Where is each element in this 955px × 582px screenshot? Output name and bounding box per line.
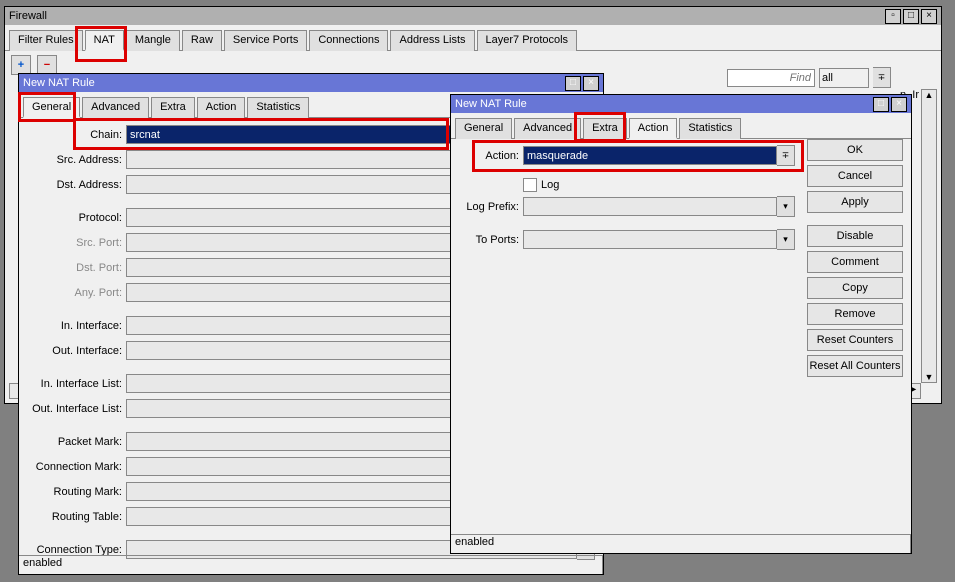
close-icon[interactable]: ×: [583, 76, 599, 91]
log-prefix-expand-icon[interactable]: ▾: [777, 196, 795, 217]
tab-action-left[interactable]: Action: [197, 97, 246, 118]
filter-select[interactable]: all: [819, 68, 869, 88]
firewall-find-row: all ∓: [727, 67, 891, 88]
add-button[interactable]: +: [11, 55, 31, 75]
tab-extra-left[interactable]: Extra: [151, 97, 195, 118]
log-prefix-input[interactable]: [523, 197, 777, 216]
tab-mangle[interactable]: Mangle: [126, 30, 180, 51]
label-dst-addr: Dst. Address:: [27, 179, 126, 191]
restore-icon[interactable]: □: [565, 76, 581, 91]
tab-general-right[interactable]: General: [455, 118, 512, 139]
nat-right-tabs: General Advanced Extra Action Statistics: [451, 113, 911, 139]
tab-advanced-right[interactable]: Advanced: [514, 118, 581, 139]
label-dst-port: Dst. Port:: [27, 262, 126, 274]
ok-button[interactable]: OK: [807, 139, 903, 161]
maximize-icon[interactable]: □: [903, 9, 919, 24]
nat-right-buttons: OK Cancel Apply Disable Comment Copy Rem…: [807, 139, 903, 377]
tab-raw[interactable]: Raw: [182, 30, 222, 51]
nat-left-title: New NAT Rule: [23, 77, 95, 89]
label-conn-type: Connection Type:: [27, 544, 126, 556]
label-route-mark: Routing Mark:: [27, 486, 126, 498]
firewall-titlebar: Firewall ▫ □ ×: [5, 7, 941, 25]
label-src-addr: Src. Address:: [27, 154, 126, 166]
nat-right-status-cell: enabled: [451, 535, 911, 553]
cancel-button[interactable]: Cancel: [807, 165, 903, 187]
label-out-if: Out. Interface:: [27, 345, 126, 357]
label-action: Action:: [459, 150, 523, 162]
nat-rule-window-right: New NAT Rule □ × General Advanced Extra …: [450, 94, 912, 554]
label-chain: Chain:: [27, 129, 126, 141]
remove-button[interactable]: Remove: [807, 303, 903, 325]
vscrollbar[interactable]: ▲ ▼: [921, 89, 937, 383]
tab-statistics-right[interactable]: Statistics: [679, 118, 741, 139]
nat-left-status: enabled: [19, 555, 603, 574]
tab-service-ports[interactable]: Service Ports: [224, 30, 307, 51]
filter-value: all: [822, 72, 833, 84]
tab-action-right[interactable]: Action: [629, 118, 678, 139]
reset-counters-button[interactable]: Reset Counters: [807, 329, 903, 351]
nat-left-status-cell: enabled: [19, 556, 603, 574]
chain-value: srcnat: [130, 129, 160, 141]
tab-connections[interactable]: Connections: [309, 30, 388, 51]
label-in-if: In. Interface:: [27, 320, 126, 332]
label-route-table: Routing Table:: [27, 511, 126, 523]
action-value: masquerade: [527, 150, 588, 162]
label-out-if-list: Out. Interface List:: [27, 403, 126, 415]
label-log-prefix: Log Prefix:: [459, 201, 523, 213]
tab-nat[interactable]: NAT: [85, 30, 124, 51]
tab-general-left[interactable]: General: [23, 97, 80, 118]
scroll-down-icon[interactable]: ▼: [922, 372, 936, 382]
log-checkbox[interactable]: [523, 178, 537, 192]
tab-layer7[interactable]: Layer7 Protocols: [477, 30, 578, 51]
label-any-port: Any. Port:: [27, 287, 126, 299]
firewall-title: Firewall: [9, 10, 47, 22]
filter-dropdown-icon[interactable]: ∓: [873, 67, 891, 88]
copy-button[interactable]: Copy: [807, 277, 903, 299]
close-icon[interactable]: ×: [891, 97, 907, 112]
label-src-port: Src. Port:: [27, 237, 126, 249]
find-input[interactable]: [727, 69, 815, 87]
tab-extra-right[interactable]: Extra: [583, 118, 627, 139]
nat-right-titlebar: New NAT Rule □ ×: [451, 95, 911, 113]
minimize-icon[interactable]: ▫: [885, 9, 901, 24]
remove-button[interactable]: −: [37, 55, 57, 75]
tab-address-lists[interactable]: Address Lists: [390, 30, 474, 51]
action-dropdown-icon[interactable]: ∓: [777, 145, 795, 166]
label-conn-mark: Connection Mark:: [27, 461, 126, 473]
tab-advanced-left[interactable]: Advanced: [82, 97, 149, 118]
reset-all-counters-button[interactable]: Reset All Counters: [807, 355, 903, 377]
label-protocol: Protocol:: [27, 212, 126, 224]
disable-button[interactable]: Disable: [807, 225, 903, 247]
to-ports-expand-icon[interactable]: ▾: [777, 229, 795, 250]
nat-left-titlebar: New NAT Rule □ ×: [19, 74, 603, 92]
nat-right-status: enabled: [451, 534, 911, 553]
comment-button[interactable]: Comment: [807, 251, 903, 273]
tab-filter-rules[interactable]: Filter Rules: [9, 30, 83, 51]
apply-button[interactable]: Apply: [807, 191, 903, 213]
close-icon[interactable]: ×: [921, 9, 937, 24]
scroll-up-icon[interactable]: ▲: [922, 90, 936, 100]
log-label: Log: [541, 179, 559, 191]
firewall-tabs: Filter Rules NAT Mangle Raw Service Port…: [5, 25, 941, 51]
to-ports-input[interactable]: [523, 230, 777, 249]
label-in-if-list: In. Interface List:: [27, 378, 126, 390]
nat-right-title: New NAT Rule: [455, 98, 527, 110]
label-pkt-mark: Packet Mark:: [27, 436, 126, 448]
action-combo[interactable]: masquerade: [523, 146, 777, 165]
label-to-ports: To Ports:: [459, 234, 523, 246]
tab-statistics-left[interactable]: Statistics: [247, 97, 309, 118]
restore-icon[interactable]: □: [873, 97, 889, 112]
